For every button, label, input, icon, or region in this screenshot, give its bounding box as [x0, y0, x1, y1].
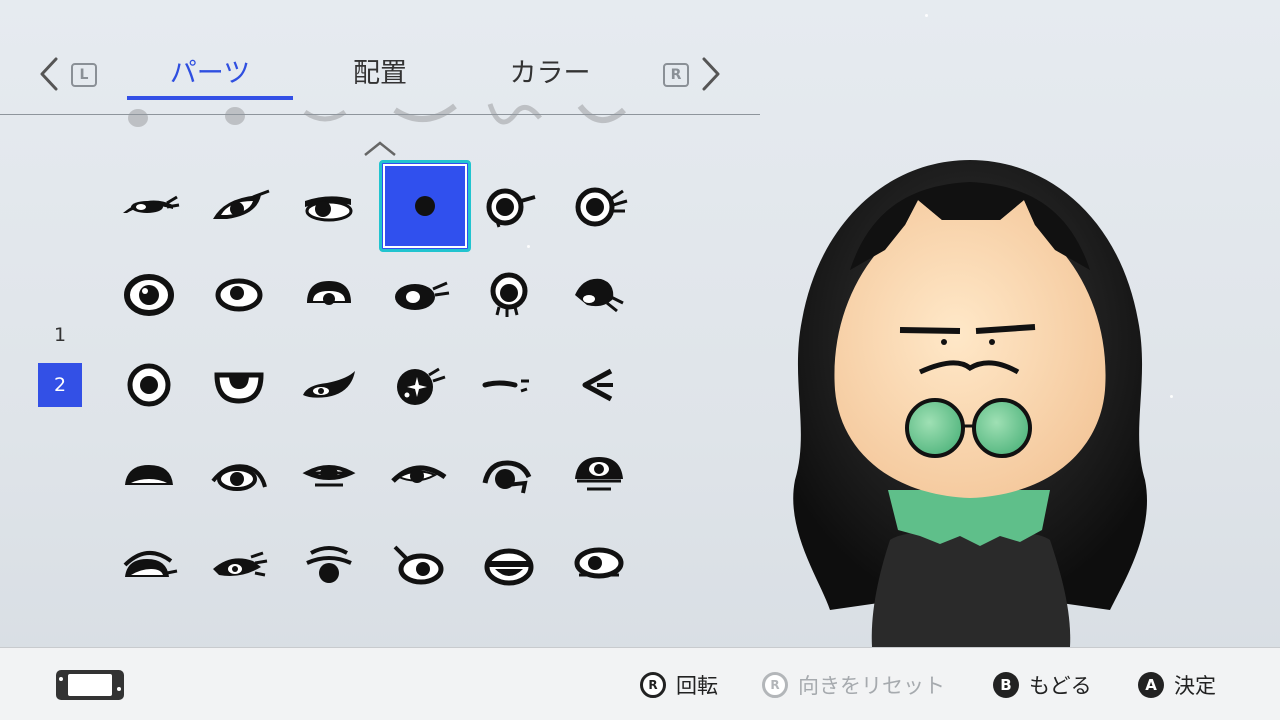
dot-eye-icon [415, 196, 435, 216]
eye-option[interactable] [194, 430, 284, 520]
previous-row-preview [100, 96, 660, 130]
eye-option[interactable] [464, 520, 554, 610]
a-button-icon: A [1138, 672, 1164, 698]
lined-eye-icon [302, 465, 356, 487]
page-1[interactable]: 1 [38, 313, 82, 357]
underlined-dome-eye-icon [575, 457, 623, 491]
tab-placement[interactable]: 配置 [300, 54, 460, 96]
half-moon-eye-icon [214, 372, 264, 404]
winged-eye-icon [395, 281, 450, 310]
cat-lash-eye-icon [213, 551, 268, 577]
confirm-label: 決定 [1174, 674, 1216, 698]
lower-lash-eye-icon [490, 272, 528, 317]
tab-bar: L パーツ 配置 カラー R [0, 0, 760, 127]
eye-option[interactable] [104, 340, 194, 430]
big-round-eye-icon [124, 274, 174, 316]
eye-option[interactable] [374, 520, 464, 610]
eye-option[interactable] [194, 520, 284, 610]
back-label: もどる [1029, 674, 1092, 698]
tab-color[interactable]: カラー [470, 54, 630, 96]
half-closed-eye-icon [123, 195, 180, 213]
rotate-label: 回転 [676, 674, 718, 698]
next-tab-arrow-icon[interactable] [700, 56, 722, 92]
eye-option[interactable] [554, 340, 644, 430]
eye-option[interactable] [554, 250, 644, 340]
heavy-lid-eye-icon [391, 465, 447, 483]
left-lens [905, 398, 965, 458]
left-eyebrow [899, 327, 961, 334]
round-lashed-eye-icon [486, 188, 536, 228]
body [871, 528, 1071, 647]
lidded-eye-icon [305, 196, 353, 222]
eye-option[interactable] [104, 250, 194, 340]
tapered-eye-icon [211, 464, 267, 491]
teardrop-lash-eye-icon [575, 278, 624, 313]
wide-oval-eye-icon [574, 547, 624, 579]
reset-orientation-hint: R 向きをリセット [762, 670, 945, 700]
hooded-eye-icon [482, 460, 532, 494]
sparkle-eye-icon [397, 367, 446, 405]
tab-divider [0, 114, 760, 115]
tab-parts[interactable]: パーツ [127, 54, 293, 96]
ring-eye-lashes-icon [575, 187, 628, 227]
droopy-eye-icon [306, 546, 352, 583]
target-eye-icon [127, 363, 171, 407]
right-eyebrow [975, 324, 1036, 334]
eye-option[interactable] [374, 430, 464, 520]
eye-option[interactable] [104, 520, 194, 610]
eye-parts-grid [104, 160, 644, 610]
lidded-ring-eye-icon [484, 548, 534, 586]
eye-option[interactable] [284, 160, 374, 250]
sparkle-decoration [1170, 395, 1173, 398]
eye-option[interactable] [104, 430, 194, 520]
narrow-slanted-eye-icon [303, 371, 355, 398]
eye-option[interactable] [374, 250, 464, 340]
sparkle-decoration [925, 14, 928, 17]
back-hint[interactable]: B もどる [993, 670, 1092, 700]
bottom-hint-bar: R 回転 R 向きをリセット B もどる A 決定 [0, 647, 1280, 720]
eye-option[interactable] [194, 340, 284, 430]
angry-oval-eye-icon [393, 545, 444, 585]
handheld-mode-icon [55, 669, 125, 701]
page-2[interactable]: 2 [38, 363, 82, 407]
closed-dash-eye-icon [482, 379, 529, 393]
rotate-hint[interactable]: R 回転 [640, 670, 718, 700]
arched-brow-eye-icon [123, 551, 178, 577]
eye-option[interactable] [284, 250, 374, 340]
eye-option[interactable] [554, 520, 644, 610]
right-lens [972, 398, 1032, 458]
eye-option[interactable] [284, 430, 374, 520]
eye-option[interactable] [464, 160, 554, 250]
almond-eye-icon [213, 189, 270, 219]
dome-eye-icon [125, 465, 173, 485]
eye-option[interactable] [464, 250, 554, 340]
previous-tab-arrow-icon[interactable] [38, 56, 60, 92]
mii-avatar-preview[interactable] [780, 150, 1160, 647]
sleepy-oval-eye-icon [307, 281, 351, 305]
eye-option[interactable] [194, 160, 284, 250]
eye-option[interactable] [374, 340, 464, 430]
eye-option-selected[interactable] [379, 160, 471, 252]
eye-option[interactable] [464, 430, 554, 520]
eye-option[interactable] [104, 160, 194, 250]
eye-option[interactable] [554, 430, 644, 520]
l-button-icon: L [71, 63, 97, 87]
oval-eye-icon [215, 278, 263, 312]
b-button-icon: B [993, 672, 1019, 698]
confirm-hint[interactable]: A 決定 [1138, 670, 1216, 700]
r-stick-icon: R [640, 672, 666, 698]
reset-orientation-label: 向きをリセット [798, 674, 945, 698]
eye-option[interactable] [464, 340, 554, 430]
scroll-up-arrow-icon[interactable] [362, 138, 398, 158]
eye-option[interactable] [284, 340, 374, 430]
r-stick-press-icon: R [762, 672, 788, 698]
eye-option[interactable] [284, 520, 374, 610]
r-button-icon: R [663, 63, 689, 87]
eye-option[interactable] [554, 160, 644, 250]
squint-arrow-eye-icon [582, 368, 613, 402]
eye-option[interactable] [194, 250, 284, 340]
